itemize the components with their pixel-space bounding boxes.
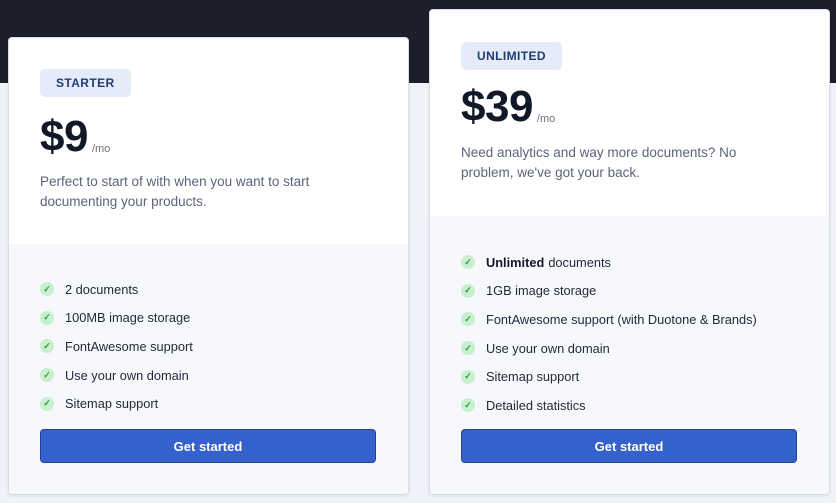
price-row: $9 /mo: [40, 111, 110, 163]
plan-period: /mo: [91, 143, 111, 155]
feature-label: Sitemap support: [65, 396, 159, 412]
check-circle-icon: ✓: [40, 339, 54, 354]
check-circle-icon: ✓: [40, 396, 54, 411]
check-circle-icon: ✓: [461, 255, 475, 270]
plan-card-header: STARTER $9 /mo Perfect to start of with …: [9, 38, 408, 244]
plan-card-starter: STARTER $9 /mo Perfect to start of with …: [8, 37, 409, 495]
feature-item: ✓ Sitemap support: [461, 362, 757, 391]
plan-card-body: ✓ 2 documents ✓ 100MB image storage ✓ Fo…: [9, 244, 408, 494]
check-circle-icon: ✓: [461, 398, 475, 413]
check-circle-icon: ✓: [461, 369, 475, 384]
feature-label: FontAwesome support (with Duotone & Bran…: [486, 311, 757, 327]
feature-item: ✓ Use your own domain: [461, 334, 757, 363]
plan-badge: UNLIMITED: [461, 42, 562, 70]
feature-label: Use your own domain: [65, 367, 189, 383]
feature-label: 100MB image storage: [65, 310, 191, 326]
feature-item: ✓ 2 documents: [40, 275, 193, 304]
plan-price: $9: [40, 112, 88, 161]
feature-item: ✓ Unlimited documents: [461, 248, 757, 277]
check-circle-icon: ✓: [40, 368, 54, 383]
plan-card-body: ✓ Unlimited documents ✓ 1GB image storag…: [430, 216, 829, 494]
plan-card-header: UNLIMITED $39 /mo Need analytics and way…: [430, 10, 829, 216]
get-started-button-unlimited[interactable]: Get started: [461, 429, 797, 463]
check-circle-icon: ✓: [40, 282, 54, 297]
feature-label: 2 documents: [65, 281, 139, 297]
feature-label: FontAwesome support: [65, 338, 193, 354]
price-row: $39 /mo: [461, 81, 555, 133]
check-circle-icon: ✓: [40, 310, 54, 325]
plan-description: Need analytics and way more documents? N…: [461, 145, 737, 180]
plan-description: Perfect to start of with when you want t…: [40, 174, 310, 209]
feature-item: ✓ 100MB image storage: [40, 304, 193, 333]
plan-price: $39: [461, 82, 533, 131]
feature-item: ✓ 1GB image storage: [461, 277, 757, 306]
plan-period: /mo: [536, 113, 556, 125]
feature-item: ✓ Sitemap support: [40, 389, 193, 418]
feature-emphasis: Unlimited: [486, 254, 545, 270]
feature-label: Sitemap support: [486, 369, 580, 385]
feature-item: ✓ Use your own domain: [40, 361, 193, 390]
feature-list: ✓ 2 documents ✓ 100MB image storage ✓ Fo…: [40, 275, 193, 418]
feature-label: documents: [548, 254, 611, 270]
feature-item: ✓ FontAwesome support (with Duotone & Br…: [461, 305, 757, 334]
feature-label: Use your own domain: [486, 340, 610, 356]
feature-list: ✓ Unlimited documents ✓ 1GB image storag…: [461, 248, 757, 420]
check-circle-icon: ✓: [461, 283, 475, 298]
check-circle-icon: ✓: [461, 312, 475, 327]
plan-badge: STARTER: [40, 69, 131, 97]
feature-item: ✓ FontAwesome support: [40, 332, 193, 361]
plan-card-unlimited: UNLIMITED $39 /mo Need analytics and way…: [429, 9, 830, 495]
get-started-button-starter[interactable]: Get started: [40, 429, 376, 463]
feature-label: Detailed statistics: [486, 397, 586, 413]
check-circle-icon: ✓: [461, 341, 475, 356]
feature-item: ✓ Detailed statistics: [461, 391, 757, 420]
feature-label: 1GB image storage: [486, 283, 597, 299]
